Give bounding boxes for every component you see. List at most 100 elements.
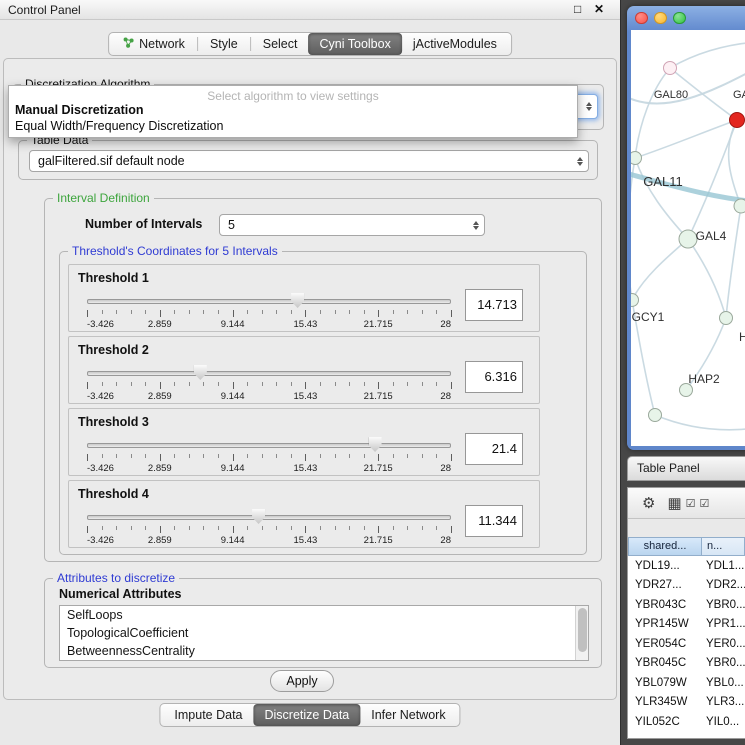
close-traffic-light-icon[interactable] bbox=[635, 12, 648, 25]
numerical-attributes-list[interactable]: SelfLoopsTopologicalCoefficientBetweenne… bbox=[59, 605, 589, 661]
apply-button[interactable]: Apply bbox=[270, 670, 334, 692]
zoom-traffic-light-icon[interactable] bbox=[673, 12, 686, 25]
tab-infer-network[interactable]: Infer Network bbox=[360, 704, 456, 726]
table-panel-header[interactable]: Table Panel bbox=[627, 456, 745, 481]
cell-name[interactable]: YPR1... bbox=[701, 618, 745, 630]
network-edge[interactable] bbox=[688, 239, 726, 318]
close-window-icon[interactable]: ✕ bbox=[594, 2, 604, 16]
tab-select[interactable]: Select bbox=[252, 33, 309, 55]
attribute-list-item[interactable]: SelfLoops bbox=[60, 606, 588, 624]
table-data-select[interactable]: galFiltered.sif default node bbox=[29, 150, 589, 172]
network-edge[interactable] bbox=[729, 120, 741, 206]
table-row[interactable]: YBL079WYBL0... bbox=[628, 673, 745, 693]
table-row[interactable]: YDR27...YDR2... bbox=[628, 576, 745, 596]
network-edge[interactable] bbox=[635, 120, 737, 158]
cell-shared-name[interactable]: YLR345W bbox=[628, 696, 701, 708]
table-row[interactable]: YER054CYER0... bbox=[628, 634, 745, 654]
columns-icon[interactable]: ▦ bbox=[667, 494, 681, 512]
network-node[interactable] bbox=[649, 409, 662, 422]
network-edge[interactable] bbox=[635, 68, 670, 158]
network-edge[interactable] bbox=[655, 415, 745, 430]
network-node[interactable] bbox=[679, 230, 697, 248]
column-header-name[interactable]: n... bbox=[701, 537, 745, 556]
cell-name[interactable]: YBR0... bbox=[701, 657, 745, 669]
slider-track[interactable] bbox=[87, 371, 451, 376]
network-node[interactable] bbox=[631, 294, 639, 307]
table-row[interactable]: YBR045CYBR0... bbox=[628, 654, 745, 674]
cell-shared-name[interactable]: YDL19... bbox=[628, 560, 701, 572]
cell-name[interactable]: YER0... bbox=[701, 638, 745, 650]
network-edge[interactable] bbox=[688, 120, 737, 239]
slider-scale: -3.4262.8599.14415.4321.71528 bbox=[87, 391, 451, 402]
network-edge[interactable] bbox=[631, 158, 635, 300]
network-node[interactable] bbox=[664, 62, 677, 75]
network-node[interactable] bbox=[631, 152, 642, 165]
threshold-value-field[interactable]: 14.713 bbox=[465, 289, 523, 321]
cell-shared-name[interactable]: YBR045C bbox=[628, 657, 701, 669]
cell-name[interactable]: YBR0... bbox=[701, 599, 745, 611]
threshold-slider[interactable]: -3.4262.8599.14415.4321.71528 bbox=[87, 509, 451, 547]
slider-tick bbox=[276, 310, 277, 314]
cell-shared-name[interactable]: YER054C bbox=[628, 638, 701, 650]
network-edge[interactable] bbox=[632, 239, 688, 300]
tab-impute-data[interactable]: Impute Data bbox=[163, 704, 253, 726]
cell-shared-name[interactable]: YDR27... bbox=[628, 579, 701, 591]
list-scrollbar[interactable] bbox=[575, 606, 588, 660]
network-edge[interactable] bbox=[635, 158, 688, 239]
tab-style[interactable]: Style bbox=[199, 33, 249, 55]
network-edge[interactable] bbox=[670, 42, 745, 68]
threshold-value-field[interactable]: 21.4 bbox=[465, 433, 523, 465]
slider-track[interactable] bbox=[87, 515, 451, 520]
cell-name[interactable]: YLR3... bbox=[701, 696, 745, 708]
number-of-intervals-select[interactable]: 5 bbox=[219, 214, 485, 236]
slider-thumb[interactable] bbox=[194, 365, 207, 380]
tab-network[interactable]: Network bbox=[112, 33, 196, 55]
checkbox-icon[interactable]: ☑ bbox=[700, 497, 710, 510]
network-canvas[interactable]: GAL80GAGAL11GAL4GCY1HHAP2 bbox=[631, 30, 745, 446]
dropdown-option-equal-width-frequency[interactable]: Equal Width/Frequency Discretization bbox=[15, 119, 223, 133]
slider-tick bbox=[160, 382, 161, 389]
scrollbar-thumb[interactable] bbox=[578, 608, 587, 652]
threshold-panel: Threshold 1 -3.4262.8599.14415.4321.7152… bbox=[68, 264, 540, 332]
network-node[interactable] bbox=[730, 113, 745, 128]
minimize-traffic-light-icon[interactable] bbox=[654, 12, 667, 25]
cell-name[interactable]: YBL0... bbox=[701, 677, 745, 689]
table-row[interactable]: YBR043CYBR0... bbox=[628, 595, 745, 615]
network-node[interactable] bbox=[720, 312, 733, 325]
table-row[interactable]: YIL052CYIL0... bbox=[628, 712, 745, 732]
gear-icon[interactable]: ⚙ bbox=[642, 494, 655, 512]
tab-jactivemodules[interactable]: jActiveModules bbox=[402, 33, 508, 55]
cell-shared-name[interactable]: YPR145W bbox=[628, 618, 701, 630]
cell-shared-name[interactable]: YBR043C bbox=[628, 599, 701, 611]
threshold-slider[interactable]: -3.4262.8599.14415.4321.71528 bbox=[87, 365, 451, 403]
network-edge[interactable] bbox=[726, 206, 741, 318]
tab-cyni-toolbox[interactable]: Cyni Toolbox bbox=[308, 33, 401, 55]
cell-shared-name[interactable]: YIL052C bbox=[628, 716, 701, 728]
threshold-value-field[interactable]: 11.344 bbox=[465, 505, 523, 537]
slider-track[interactable] bbox=[87, 299, 451, 304]
attribute-list-item[interactable]: TopologicalCoefficient bbox=[60, 624, 588, 642]
slider-thumb[interactable] bbox=[252, 509, 265, 524]
table-row[interactable]: YDL19...YDL1... bbox=[628, 556, 745, 576]
slider-thumb[interactable] bbox=[369, 437, 382, 452]
slider-tick bbox=[393, 454, 394, 458]
checkbox-icon[interactable]: ☑ bbox=[686, 497, 696, 510]
cell-shared-name[interactable]: YBL079W bbox=[628, 677, 701, 689]
cell-name[interactable]: YIL0... bbox=[701, 716, 745, 728]
cell-name[interactable]: YDL1... bbox=[701, 560, 745, 572]
column-header-shared-name[interactable]: shared... bbox=[628, 537, 701, 556]
float-window-icon[interactable]: □ bbox=[574, 2, 581, 16]
network-icon bbox=[123, 37, 134, 51]
cell-name[interactable]: YDR2... bbox=[701, 579, 745, 591]
slider-thumb[interactable] bbox=[291, 293, 304, 308]
threshold-value-field[interactable]: 6.316 bbox=[465, 361, 523, 393]
network-node[interactable] bbox=[734, 199, 745, 213]
slider-track[interactable] bbox=[87, 443, 451, 448]
tab-discretize-data[interactable]: Discretize Data bbox=[254, 704, 361, 726]
threshold-slider[interactable]: -3.4262.8599.14415.4321.71528 bbox=[87, 293, 451, 331]
threshold-slider[interactable]: -3.4262.8599.14415.4321.71528 bbox=[87, 437, 451, 475]
attribute-list-item[interactable]: BetweennessCentrality bbox=[60, 642, 588, 660]
table-row[interactable]: YLR345WYLR3... bbox=[628, 693, 745, 713]
dropdown-option-manual-discretization[interactable]: Manual Discretization bbox=[15, 103, 144, 117]
table-row[interactable]: YPR145WYPR1... bbox=[628, 615, 745, 635]
